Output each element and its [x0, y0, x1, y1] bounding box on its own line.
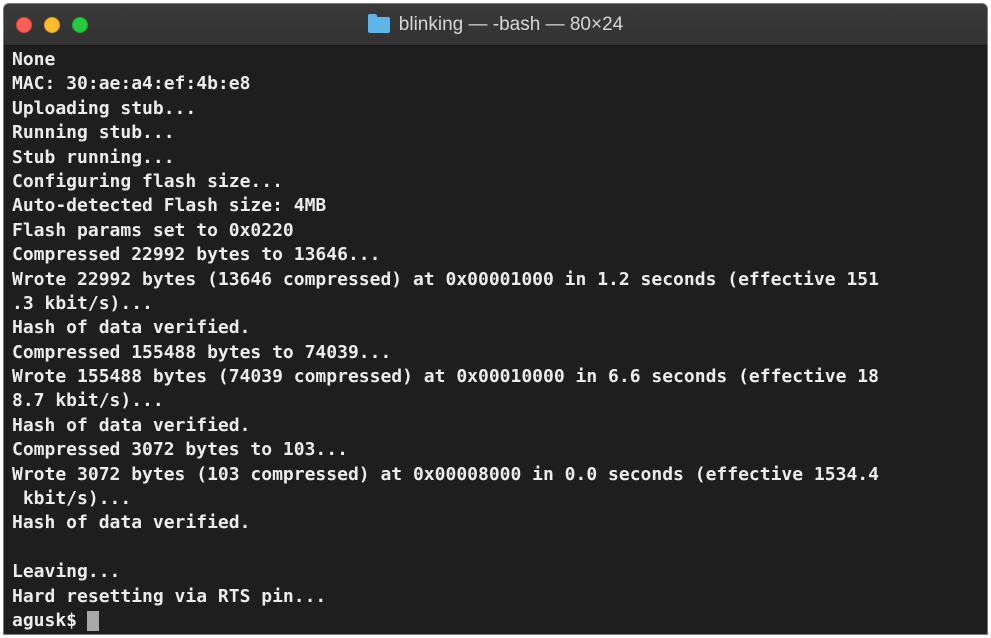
output-line: Leaving... — [12, 561, 121, 583]
output-line: Wrote 155488 bytes (74039 compressed) at… — [12, 366, 879, 388]
output-line: Running stub... — [12, 122, 175, 144]
output-line: Flash params set to 0x0220 — [12, 219, 294, 241]
output-line: Wrote 22992 bytes (13646 compressed) at … — [12, 268, 879, 290]
output-line: Hard resetting via RTS pin... — [12, 585, 327, 607]
output-line: Compressed 22992 bytes to 13646... — [12, 244, 381, 266]
output-line: Compressed 155488 bytes to 74039... — [12, 341, 392, 363]
text-cursor — [87, 611, 100, 632]
folder-icon — [367, 14, 390, 33]
terminal-window: blinking — -bash — 80×24 None MAC: 30:ae… — [3, 3, 988, 635]
output-line: 8.7 kbit/s)... — [12, 390, 164, 412]
output-line: MAC: 30:ae:a4:ef:4b:e8 — [12, 73, 251, 95]
window-title-text: blinking — -bash — 80×24 — [398, 14, 624, 35]
output-line: Auto-detected Flash size: 4MB — [12, 195, 327, 217]
output-line: Hash of data verified. — [12, 317, 251, 339]
shell-prompt: agusk$ — [12, 609, 78, 631]
terminal-output[interactable]: None MAC: 30:ae:a4:ef:4b:e8 Uploading st… — [4, 48, 987, 634]
output-line: Compressed 3072 bytes to 103... — [12, 439, 348, 461]
prompt-line[interactable]: agusk$ — [12, 609, 987, 633]
output-line: Uploading stub... — [12, 97, 197, 119]
output-line: Stub running... — [12, 146, 175, 168]
output-line: Configuring flash size... — [12, 170, 283, 192]
window-title: blinking — -bash — 80×24 — [4, 4, 987, 46]
output-line: Wrote 3072 bytes (103 compressed) at 0x0… — [12, 463, 879, 485]
output-line: None — [12, 49, 56, 70]
output-line: .3 kbit/s)... — [12, 292, 153, 314]
output-line: kbit/s)... — [12, 488, 132, 510]
output-line: Hash of data verified. — [12, 414, 251, 436]
output-line: Hash of data verified. — [12, 512, 251, 534]
title-bar[interactable]: blinking — -bash — 80×24 — [4, 4, 987, 46]
